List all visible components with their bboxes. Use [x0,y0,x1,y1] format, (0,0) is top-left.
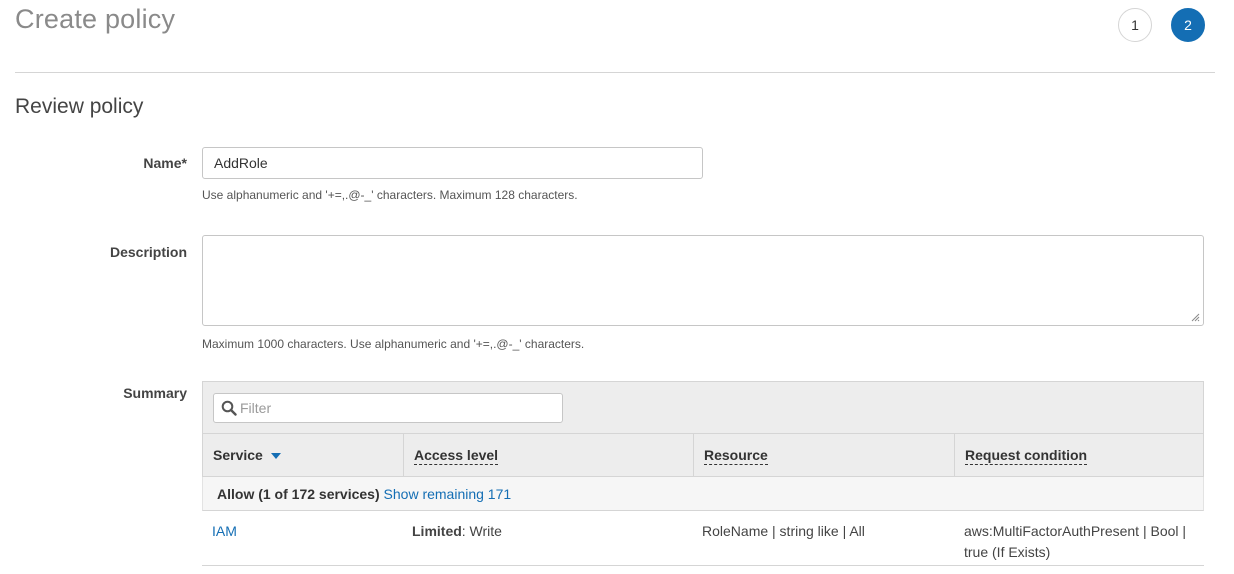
policy-name-input[interactable] [202,147,703,179]
name-label: Name* [143,155,187,171]
resize-grip-icon[interactable] [1191,313,1200,322]
column-service[interactable]: Service [203,434,404,476]
wizard-step-2-active[interactable]: 2 [1171,8,1205,42]
header-divider [15,72,1215,73]
description-label: Description [109,244,187,260]
access-level-cell: Limited: Write [412,521,502,542]
wizard-step-1[interactable]: 1 [1118,8,1152,42]
service-link-iam[interactable]: IAM [212,521,237,542]
table-row: IAM Limited: Write RoleName | string lik… [202,511,1204,566]
allow-group-row: Allow (1 of 172 services) Show remaining… [202,477,1204,511]
filter-placeholder: Filter [240,400,272,416]
column-access-level-label: Access level [414,447,499,465]
summary-label: Summary [123,385,187,401]
filter-input[interactable]: Filter [213,393,563,423]
column-access-level[interactable]: Access level [404,434,694,476]
search-icon [221,400,237,416]
column-service-label: Service [213,447,263,463]
column-resource-label: Resource [704,447,768,465]
column-request-condition-label: Request condition [965,447,1088,465]
page-title: Create policy [15,4,176,34]
condition-line-1: aws:MultiFactorAuthPresent | Bool | [964,523,1187,539]
show-remaining-link[interactable]: Show remaining 171 [384,486,512,502]
column-request-condition[interactable]: Request condition [955,434,1203,476]
section-title: Review policy [15,95,144,118]
policy-summary-table: Filter Service Access level Resource Req… [202,381,1204,566]
column-resource[interactable]: Resource [694,434,955,476]
allow-count-text: Allow (1 of 172 services) [217,486,380,502]
description-textarea[interactable] [202,235,1204,326]
access-level-rest: : Write [461,523,502,539]
filter-bar: Filter [202,381,1204,433]
condition-line-2: true (If Exists) [964,544,1051,560]
access-level-bold: Limited [412,523,462,539]
resource-cell: RoleName | string like | All [702,523,865,539]
sort-descending-icon[interactable] [270,453,281,460]
table-header: Service Access level Resource Request co… [202,433,1204,477]
request-condition-cell: aws:MultiFactorAuthPresent | Bool | true… [964,521,1200,563]
name-help-text: Use alphanumeric and '+=,.@-_' character… [202,188,578,202]
description-help-text: Maximum 1000 characters. Use alphanumeri… [202,337,585,351]
